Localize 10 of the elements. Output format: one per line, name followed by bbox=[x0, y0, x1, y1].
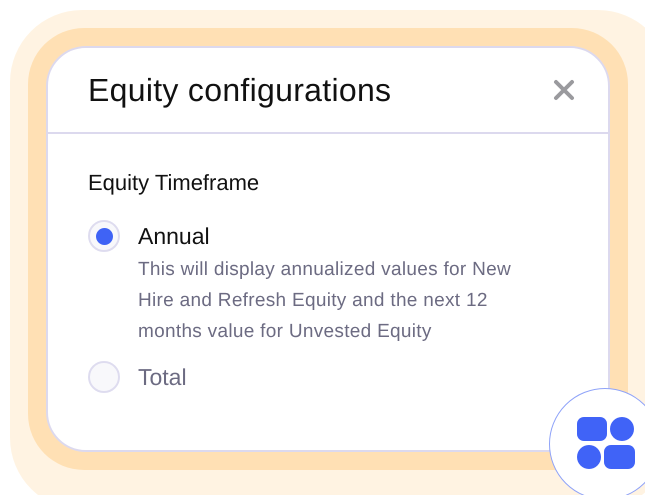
section-heading: Equity Timeframe bbox=[88, 170, 260, 196]
close-button[interactable] bbox=[552, 78, 576, 102]
dialog-title: Equity configurations bbox=[88, 72, 392, 108]
radio-button[interactable] bbox=[88, 361, 120, 393]
app-grid-icon bbox=[577, 417, 635, 469]
option-description: This will display annualized values for New Hire and Refresh Equity and the next 12 months value for Unvested Equity bbox=[138, 258, 512, 344]
option-label: Annual bbox=[138, 222, 211, 251]
close-icon bbox=[552, 78, 576, 102]
radio-button[interactable] bbox=[88, 220, 120, 252]
option-label: Total bbox=[138, 363, 187, 392]
